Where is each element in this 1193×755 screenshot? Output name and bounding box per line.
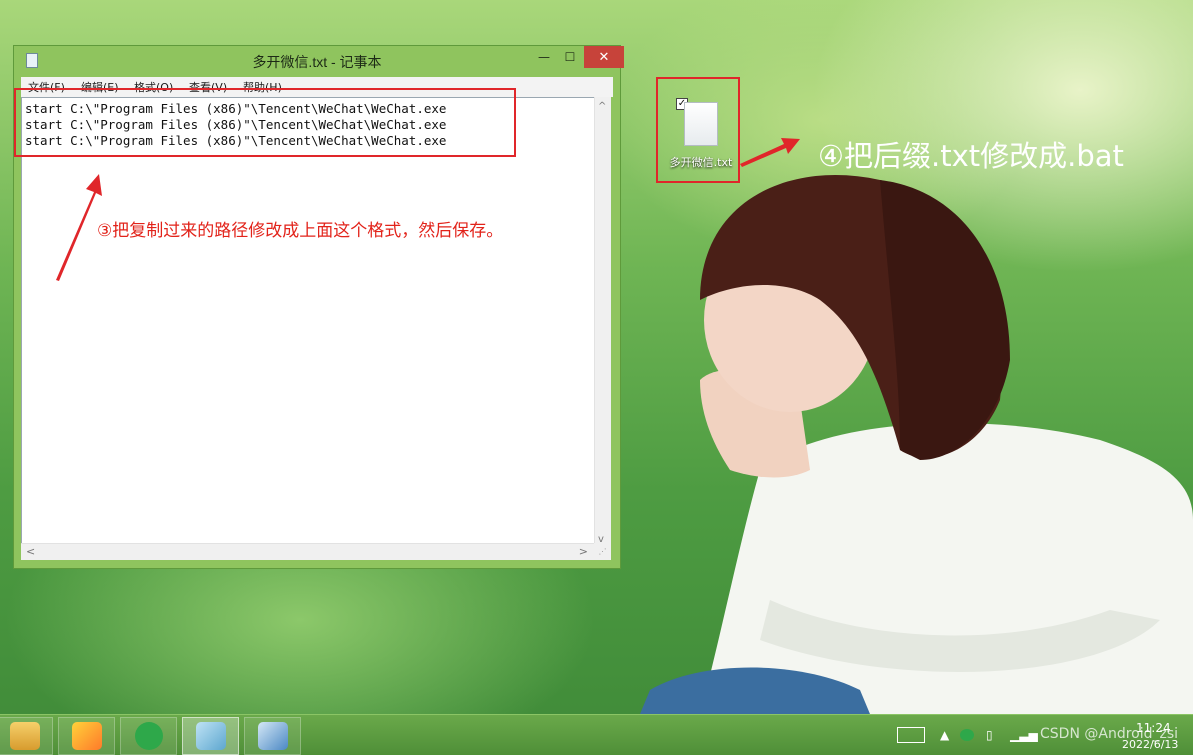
taskbar-wechat[interactable]	[120, 717, 177, 755]
scroll-up-icon[interactable]: ^	[598, 101, 606, 112]
maximize-button[interactable]: ☐	[556, 46, 584, 68]
signal-icon[interactable]: ▁▃▅	[1010, 728, 1038, 742]
notepad-titlebar[interactable]: 多开微信.txt - 记事本 — ☐ ✕	[14, 46, 624, 76]
resize-grip-icon[interactable]: ⋰	[594, 543, 611, 560]
close-button[interactable]: ✕	[584, 46, 624, 68]
desktop-file-label: 多开微信.txt	[669, 156, 733, 169]
desktop-file-icon[interactable]: ✓ 多开微信.txt	[666, 97, 736, 177]
notepad-icon	[195, 722, 226, 750]
text-editor[interactable]: start C:\"Program Files (x86)"\Tencent\W…	[21, 97, 611, 549]
taskbar-notepad[interactable]	[182, 717, 239, 755]
highlight-box-lines	[14, 88, 516, 157]
taskbar: ▲ ▯ ▁▃▅ 11:24 2022/6/13	[0, 714, 1193, 755]
show-hidden-icons-chevron[interactable]: ▲	[940, 728, 949, 742]
scroll-right-icon[interactable]: >	[579, 545, 588, 558]
network-icon[interactable]: ▯	[986, 728, 993, 742]
wechat-icon	[134, 722, 163, 750]
scroll-left-icon[interactable]: <	[26, 545, 35, 558]
control-panel-icon	[257, 722, 288, 750]
horizontal-scrollbar[interactable]: < >	[21, 543, 594, 560]
taskbar-qq-tencent[interactable]	[58, 717, 115, 755]
vertical-scrollbar[interactable]: ^ v	[594, 97, 611, 549]
qq-tencent-icon	[71, 722, 102, 750]
annotation-step-4: ④把后缀.txt修改成.bat	[818, 139, 1124, 173]
taskbar-file-explorer[interactable]	[0, 717, 53, 755]
watermark: CSDN @Android_zsi	[1040, 726, 1179, 742]
text-file-icon	[684, 102, 718, 146]
annotation-step-3: ③把复制过来的路径修改成上面这个格式，然后保存。	[97, 221, 504, 241]
wechat-tray-icon[interactable]	[960, 729, 974, 741]
file-explorer-icon	[9, 722, 40, 750]
keyboard-icon[interactable]	[897, 727, 925, 743]
minimize-button[interactable]: —	[530, 46, 558, 68]
annotation-arrow-right-icon	[740, 138, 800, 167]
taskbar-control-panel[interactable]	[244, 717, 301, 755]
